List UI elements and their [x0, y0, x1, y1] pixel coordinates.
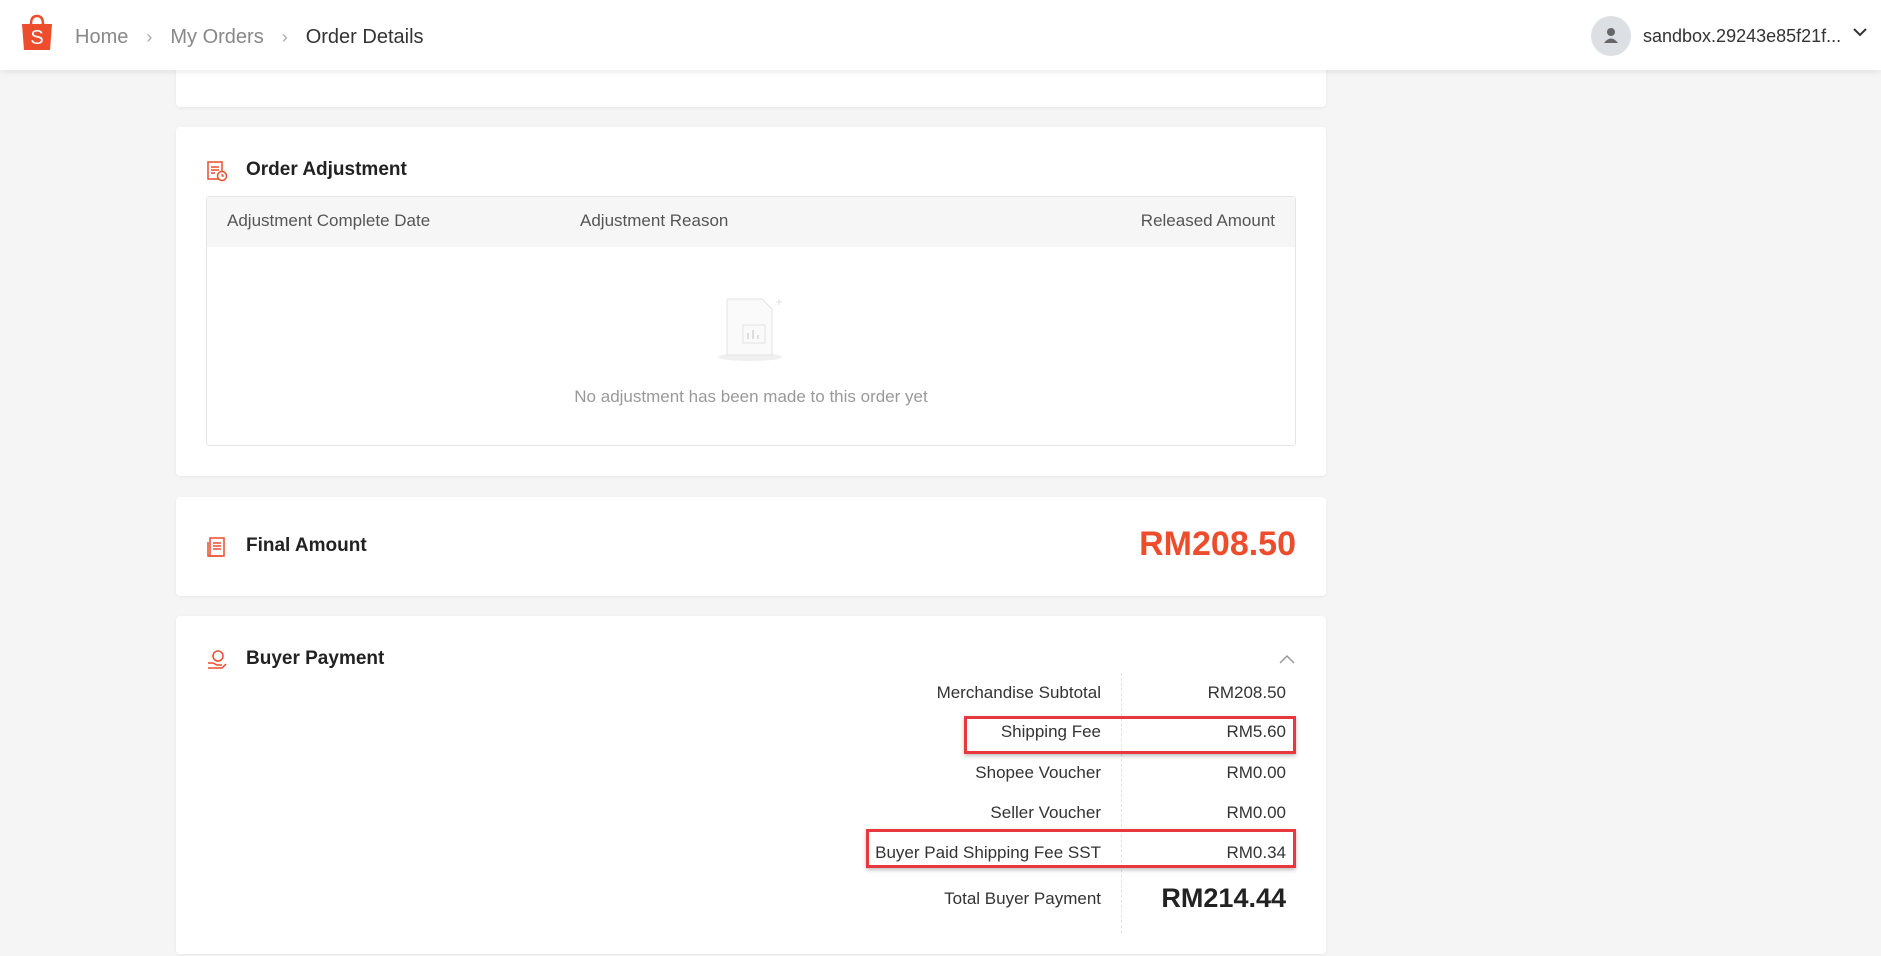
final-amount-card: Final Amount RM208.50 — [176, 497, 1326, 596]
svg-text:S: S — [30, 27, 43, 49]
chevron-down-icon[interactable] — [1852, 26, 1868, 38]
breadcrumb: Home › My Orders › Order Details — [75, 26, 424, 49]
row-value: RM0.00 — [1226, 803, 1286, 822]
column-header: Adjustment Complete Date — [227, 211, 431, 230]
total-value: RM214.44 — [1161, 883, 1286, 913]
row-label: Merchandise Subtotal — [936, 683, 1101, 702]
receipt-icon — [207, 537, 225, 557]
payment-row: Shopee Voucher RM0.00 — [176, 763, 1326, 793]
payment-total-row: Total Buyer Payment RM214.44 — [176, 883, 1326, 913]
row-value: RM0.00 — [1226, 763, 1286, 782]
section-title: Final Amount — [246, 535, 367, 556]
breadcrumb-home[interactable]: Home — [75, 26, 128, 49]
chevron-up-icon[interactable] — [1278, 653, 1296, 665]
payment-hand-icon — [208, 650, 227, 669]
order-adjustment-card: Order Adjustment Adjustment Complete Dat… — [176, 127, 1326, 476]
highlight-box — [866, 829, 1296, 868]
section-title: Order Adjustment — [246, 159, 407, 180]
adjustment-document-icon — [207, 161, 228, 182]
user-menu[interactable]: sandbox.29243e85f21f... — [1591, 16, 1841, 56]
row-label: Total Buyer Payment — [944, 889, 1101, 908]
payment-row: Merchandise Subtotal RM208.50 — [176, 683, 1326, 713]
empty-state-icon — [718, 298, 782, 361]
breadcrumb-order-details: Order Details — [305, 26, 424, 48]
table-header: Adjustment Complete Date Adjustment Reas… — [207, 197, 1295, 247]
username: sandbox.29243e85f21f... — [1643, 25, 1842, 46]
buyer-payment-card: Buyer Payment Merchandise Subtotal RM208.… — [176, 616, 1326, 954]
breadcrumb-my-orders[interactable]: My Orders — [170, 26, 263, 49]
row-label: Seller Voucher — [990, 803, 1101, 822]
row-label: Shopee Voucher — [975, 763, 1101, 782]
highlight-box — [964, 716, 1296, 754]
top-header: S Home › My Orders › Order Details sandb… — [0, 0, 1881, 70]
avatar — [1591, 16, 1631, 56]
chevron-right-icon: › — [146, 27, 153, 47]
column-header: Adjustment Reason — [580, 211, 729, 230]
shopee-logo-icon[interactable]: S — [20, 14, 54, 51]
column-header: Released Amount — [1140, 211, 1275, 230]
user-icon — [1604, 28, 1618, 43]
chevron-right-icon: › — [281, 27, 288, 47]
section-title: Buyer Payment — [246, 648, 385, 669]
empty-state-text: No adjustment has been made to this orde… — [574, 387, 928, 406]
adjustment-table: Adjustment Complete Date Adjustment Reas… — [206, 196, 1296, 446]
final-amount-value: RM208.50 — [1139, 525, 1296, 563]
row-value: RM208.50 — [1207, 683, 1286, 702]
